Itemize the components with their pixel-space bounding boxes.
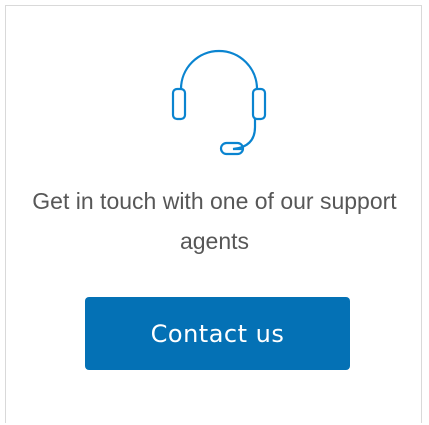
headset-icon [171, 43, 267, 163]
support-headline: Get in touch with one of our support age… [32, 188, 397, 254]
support-card: Get in touch with one of our support age… [5, 5, 422, 423]
contact-us-button[interactable]: Contact us [85, 297, 350, 370]
